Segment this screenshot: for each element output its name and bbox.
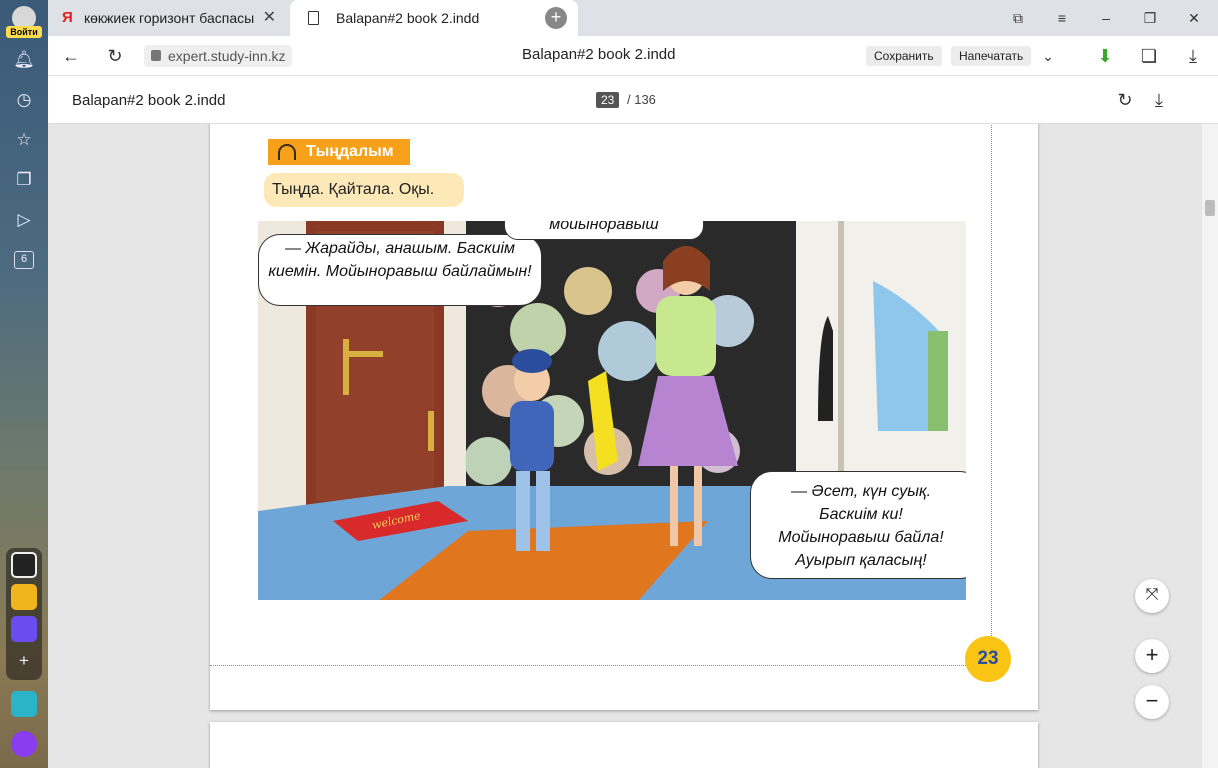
print-button[interactable]: Напечатать	[951, 46, 1032, 66]
play-icon[interactable]: ▷	[12, 208, 36, 232]
zoom-out-button[interactable]: −	[1135, 685, 1169, 719]
illustration: welcome — Жарайды, анашым. Баскиім киемі…	[258, 221, 966, 600]
speech-bubble-label: мойыноравыш	[504, 221, 704, 240]
tab-bar: Я көкжиек горизонт баспасы ✕ Balapan#2 b…	[48, 0, 1218, 36]
tabs-icon[interactable]: ⧉	[1008, 8, 1028, 28]
sidebar-apps-panel: +	[6, 548, 42, 680]
pdf-page-next	[210, 722, 1038, 768]
download-manager-icon[interactable]: ⬇	[1094, 45, 1116, 67]
lock-icon	[151, 50, 161, 61]
zoom-in-button[interactable]: +	[1135, 639, 1169, 673]
tab-label: көкжиек горизонт баспасы	[84, 10, 255, 26]
page-indicator: 23 / 136	[596, 92, 656, 108]
save-button[interactable]: Сохранить	[866, 46, 942, 66]
collections-icon[interactable]: ❐	[12, 168, 36, 192]
login-button[interactable]: Войти	[6, 26, 42, 38]
yandex-icon: Я	[62, 9, 73, 26]
minimize-button[interactable]: –	[1096, 8, 1116, 28]
url-field[interactable]: expert.study-inn.kz	[144, 45, 292, 67]
menu-icon[interactable]: ≡	[1052, 8, 1072, 28]
speech-bubble-mother: — Әсет, күн суық. Баскиім ки! Мойыноравы…	[750, 471, 966, 579]
section-heading-label: Тыңдалым	[306, 143, 394, 160]
address-bar: ← ↻ expert.study-inn.kz Balapan#2 book 2…	[48, 36, 1218, 76]
star-icon[interactable]: ☆	[12, 128, 36, 152]
current-page-input[interactable]: 23	[596, 92, 620, 108]
browser-sidebar: Войти 🔔︎ ◷ ☆ ❐ ▷ 6 +	[0, 0, 48, 768]
alice-station-icon[interactable]	[11, 552, 37, 578]
back-icon[interactable]: ←	[60, 45, 82, 67]
close-tab-icon[interactable]: ✕	[263, 0, 276, 36]
close-window-button[interactable]: ✕	[1184, 8, 1204, 28]
send-icon[interactable]	[11, 691, 37, 717]
section-heading: Тыңдалым	[268, 139, 410, 165]
headphones-icon	[278, 144, 296, 160]
alice-icon[interactable]	[11, 731, 37, 757]
chevron-down-icon[interactable]: ⌄	[1037, 45, 1059, 67]
pdf-viewer: Тыңдалым Тыңда. Қайтала. Оқы. welcome — …	[48, 124, 1202, 768]
speech-bubble-boy: — Жарайды, анашым. Баскиім киемін. Мойын…	[258, 234, 542, 306]
reload-icon[interactable]: ↻	[104, 45, 126, 67]
pdf-download-icon[interactable]: ⤓	[1148, 89, 1170, 111]
document-title: Balapan#2 book 2.indd	[72, 92, 226, 109]
url-text: expert.study-inn.kz	[168, 48, 286, 64]
tab-inactive[interactable]: Я көкжиек горизонт баспасы ✕	[48, 0, 288, 36]
total-pages: / 136	[626, 92, 656, 107]
document-icon	[308, 11, 319, 25]
vertical-scrollbar[interactable]	[1202, 124, 1218, 768]
pdf-page: Тыңдалым Тыңда. Қайтала. Оқы. welcome — …	[210, 124, 1038, 710]
add-app-icon[interactable]: +	[12, 649, 36, 673]
pdf-toolbar: Balapan#2 book 2.indd 23 / 136 ↻ ⤓	[48, 76, 1218, 124]
reader-icon[interactable]: ❏	[1138, 45, 1160, 67]
restore-button[interactable]: ❐	[1140, 8, 1160, 28]
mail-icon[interactable]	[11, 584, 37, 610]
scrollbar-thumb[interactable]	[1205, 200, 1215, 216]
page-title: Balapan#2 book 2.indd	[522, 46, 676, 63]
fit-page-button[interactable]: ⤧	[1135, 579, 1169, 613]
new-tab-button[interactable]: +	[545, 7, 567, 29]
download-icon[interactable]: ⤓	[1182, 45, 1204, 67]
tab-label: Balapan#2 book 2.indd	[336, 10, 480, 26]
instruction-label: Тыңда. Қайтала. Оқы.	[264, 173, 464, 207]
tabs-count-badge[interactable]: 6	[14, 251, 34, 269]
page-trim-horizontal	[210, 665, 992, 666]
bell-icon[interactable]: 🔔︎	[12, 48, 36, 72]
rotate-icon[interactable]: ↻	[1114, 89, 1136, 111]
tab-active[interactable]: Balapan#2 book 2.indd ✕	[290, 0, 578, 36]
page-number-badge: 23	[965, 636, 1011, 682]
page-trim-vertical	[991, 124, 992, 670]
history-icon[interactable]: ◷	[12, 88, 36, 112]
messenger-icon[interactable]	[11, 616, 37, 642]
